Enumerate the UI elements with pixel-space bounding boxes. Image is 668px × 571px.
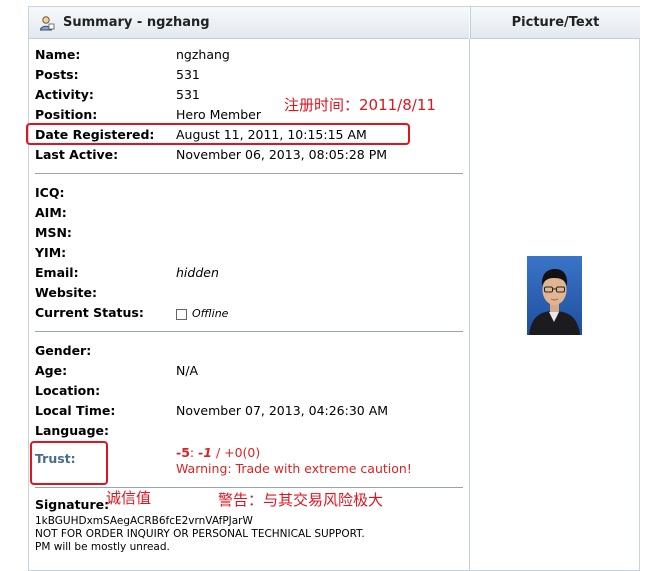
divider	[35, 487, 463, 488]
trust-score: -5	[176, 445, 190, 460]
divider	[35, 173, 463, 174]
trust-highlight-box	[30, 441, 108, 485]
age-label: Age:	[35, 363, 68, 378]
column-divider	[469, 39, 470, 570]
offline-status-icon	[176, 308, 187, 320]
trust-value: -5: -1 / +0(0)	[176, 445, 260, 461]
trust-separator: :	[189, 445, 199, 460]
registered-highlight-box	[26, 123, 410, 145]
aim-label: AIM:	[35, 205, 67, 220]
local-time-label: Local Time:	[35, 403, 116, 418]
signature-label: Signature:	[35, 497, 110, 512]
user-icon	[39, 15, 55, 30]
trust-negative: -1	[198, 445, 212, 460]
gender-label: Gender:	[35, 343, 92, 358]
activity-label: Activity:	[35, 87, 94, 102]
language-label: Language:	[35, 423, 110, 438]
msn-label: MSN:	[35, 225, 72, 240]
local-time-value: November 07, 2013, 04:26:30 AM	[176, 403, 389, 418]
name-value: ngzhang	[176, 47, 230, 62]
status-value: Offline	[176, 306, 228, 322]
summary-header: Summary - ngzhang	[29, 7, 469, 39]
status-text: Offline	[192, 307, 229, 320]
icq-label: ICQ:	[35, 185, 65, 200]
posts-value: 531	[176, 67, 200, 82]
registered-annotation: 注册时间：2011/8/11	[284, 96, 436, 114]
trust-annotation: 诚信值	[106, 489, 152, 507]
warning-annotation: 警告：与其交易风险极大	[218, 491, 384, 509]
website-label: Website:	[35, 285, 97, 300]
summary-title: Summary - ngzhang	[63, 15, 210, 30]
posts-label: Posts:	[35, 67, 79, 82]
signature-line: NOT FOR ORDER INQUIRY OR PERSONAL TECHNI…	[35, 528, 365, 540]
age-value: N/A	[176, 363, 199, 378]
last-active-value: November 06, 2013, 08:05:28 PM	[176, 147, 388, 162]
picture-header: Picture/Text	[470, 7, 640, 39]
location-label: Location:	[35, 383, 101, 398]
divider	[35, 331, 463, 332]
status-label: Current Status:	[35, 305, 144, 320]
email-value: hidden	[176, 265, 219, 280]
name-label: Name:	[35, 47, 81, 62]
trust-rest: / +0(0)	[211, 445, 261, 460]
email-label: Email:	[35, 265, 79, 280]
activity-value: 531	[176, 87, 200, 102]
trust-warning: Warning: Trade with extreme caution!	[176, 461, 412, 476]
position-value: Hero Member	[176, 107, 261, 122]
position-label: Position:	[35, 107, 98, 122]
signature-line: PM will be mostly unread.	[35, 541, 170, 553]
last-active-label: Last Active:	[35, 147, 119, 162]
picture-title: Picture/Text	[511, 15, 600, 30]
yim-label: YIM:	[35, 245, 67, 260]
signature-line: 1kBGUHDxmSAegACRB6fcE2vrnVAfPJarW	[35, 515, 253, 527]
avatar	[527, 256, 582, 335]
